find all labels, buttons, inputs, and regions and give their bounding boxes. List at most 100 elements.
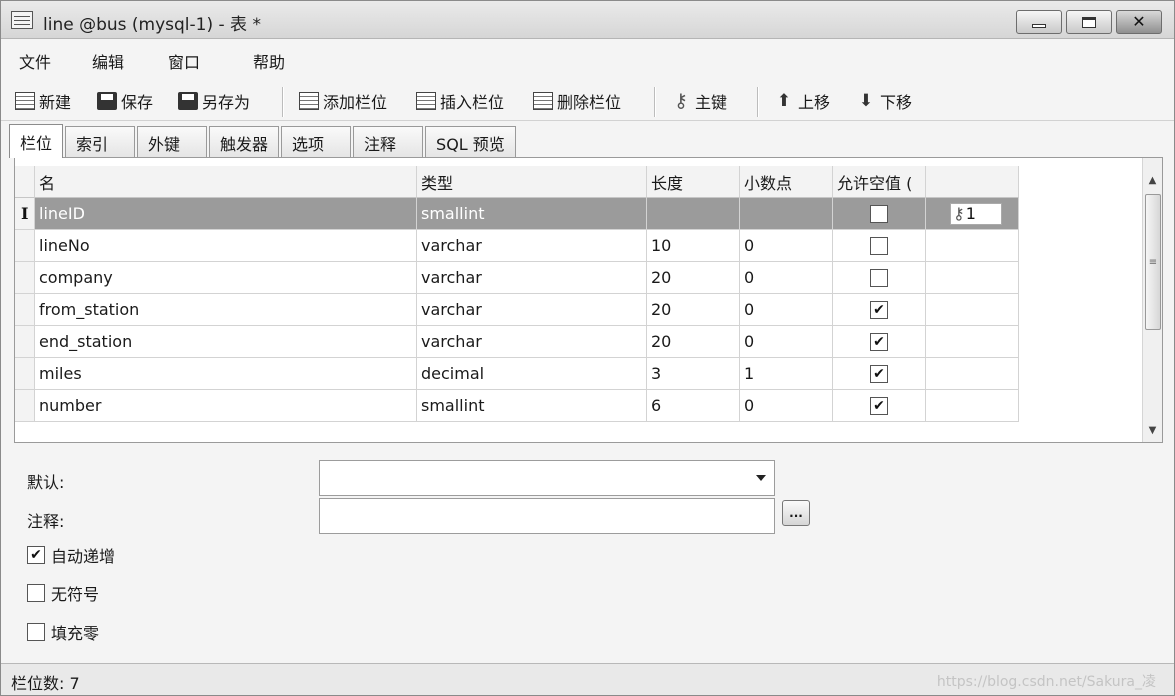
field-length-cell[interactable] [647, 198, 740, 230]
grid-scrollbar[interactable]: ▲ ≡ ▼ [1142, 158, 1162, 442]
field-type-cell[interactable]: decimal [417, 358, 647, 390]
allow-null-cell[interactable]: ✔ [833, 326, 926, 358]
allow-null-cell[interactable]: ✔ [833, 294, 926, 326]
field-decimals-cell[interactable]: 0 [740, 294, 833, 326]
allow-null-checkbox[interactable] [870, 204, 888, 223]
field-decimals-cell[interactable]: 0 [740, 230, 833, 262]
column-header-key[interactable] [926, 166, 1019, 198]
tab-indexes[interactable]: 索引 [65, 126, 136, 158]
fields-grid-panel: 名 类型 长度 小数点 允许空值 ( IlineID smallint ⚷ 1 line… [14, 157, 1163, 443]
menu-bar: 文件 编辑 窗口 帮助 [1, 40, 1174, 78]
tab-comment[interactable]: 注释 [353, 126, 424, 158]
allow-null-cell[interactable]: ✔ [833, 390, 926, 422]
new-button[interactable]: 新建 [15, 89, 71, 113]
table-row[interactable]: end_station varchar 20 0 ✔ [15, 326, 1019, 358]
table-row[interactable]: number smallint 6 0 ✔ [15, 390, 1019, 422]
field-length-cell[interactable]: 20 [647, 262, 740, 294]
field-decimals-cell[interactable]: 1 [740, 358, 833, 390]
tab-triggers[interactable]: 触发器 [209, 126, 280, 158]
field-name-cell[interactable]: end_station [35, 326, 417, 358]
column-header-length[interactable]: 长度 [647, 166, 740, 198]
menu-window[interactable]: 窗口 [168, 49, 200, 73]
allow-null-checkbox[interactable]: ✔ [870, 332, 888, 351]
primary-key-button[interactable]: ⚷ 主键 [671, 89, 727, 113]
field-name-cell[interactable]: number [35, 390, 417, 422]
field-name-cell[interactable]: from_station [35, 294, 417, 326]
default-dropdown[interactable] [319, 460, 775, 496]
column-header-allow-null[interactable]: 允许空值 ( [833, 166, 926, 198]
field-length-cell[interactable]: 3 [647, 358, 740, 390]
menu-edit[interactable]: 编辑 [92, 49, 124, 73]
field-name-cell[interactable]: lineID [35, 198, 417, 230]
save-as-button[interactable]: 另存为 [178, 89, 250, 113]
zerofill-checkbox[interactable] [27, 623, 45, 641]
field-length-cell[interactable]: 20 [647, 326, 740, 358]
allow-null-checkbox[interactable] [870, 236, 888, 255]
save-button[interactable]: 保存 [97, 89, 153, 113]
table-row[interactable]: lineNo varchar 10 0 [15, 230, 1019, 262]
tab-foreign-keys[interactable]: 外键 [137, 126, 208, 158]
field-type-cell[interactable]: smallint [417, 390, 647, 422]
insert-field-button[interactable]: 插入栏位 [416, 89, 504, 113]
column-header-decimals[interactable]: 小数点 [740, 166, 833, 198]
field-decimals-cell[interactable]: 0 [740, 390, 833, 422]
field-decimals-cell[interactable] [740, 198, 833, 230]
field-type-cell[interactable]: smallint [417, 198, 647, 230]
field-name-cell[interactable]: miles [35, 358, 417, 390]
key-icon: ⚷ [953, 204, 965, 223]
auto-increment-checkbox[interactable]: ✔ [27, 546, 45, 564]
grid-header-row: 名 类型 长度 小数点 允许空值 ( [15, 166, 1019, 198]
scroll-up-icon[interactable]: ▲ [1143, 170, 1162, 190]
unsigned-option[interactable]: 无符号 [27, 581, 99, 605]
field-length-cell[interactable]: 10 [647, 230, 740, 262]
table-row[interactable]: miles decimal 3 1 ✔ [15, 358, 1019, 390]
toolbar: 新建 保存 另存为 添加栏位 插入栏位 删除栏位 ⚷ 主键 ⬆ 上移 ⬇ 下移 [1, 79, 1174, 121]
delete-field-icon [533, 92, 553, 110]
field-decimals-cell[interactable]: 0 [740, 326, 833, 358]
unsigned-checkbox[interactable] [27, 584, 45, 602]
close-icon: ✕ [1132, 12, 1146, 31]
minimize-button[interactable] [1016, 10, 1062, 34]
allow-null-checkbox[interactable] [870, 268, 888, 287]
allow-null-cell[interactable] [833, 230, 926, 262]
move-down-button[interactable]: ⬇ 下移 [856, 89, 912, 113]
allow-null-cell[interactable]: ✔ [833, 358, 926, 390]
column-header-type[interactable]: 类型 [417, 166, 647, 198]
comment-field[interactable] [319, 498, 775, 534]
field-decimals-cell[interactable]: 0 [740, 262, 833, 294]
move-up-button[interactable]: ⬆ 上移 [774, 89, 830, 113]
allow-null-checkbox[interactable]: ✔ [870, 396, 888, 415]
tab-sql-preview[interactable]: SQL 预览 [425, 126, 516, 158]
allow-null-checkbox[interactable]: ✔ [870, 300, 888, 319]
allow-null-cell[interactable] [833, 262, 926, 294]
field-length-cell[interactable]: 6 [647, 390, 740, 422]
auto-increment-option[interactable]: ✔ 自动递增 [27, 543, 115, 567]
key-cell [926, 262, 1019, 294]
field-name-cell[interactable]: lineNo [35, 230, 417, 262]
table-row[interactable]: company varchar 20 0 [15, 262, 1019, 294]
field-type-cell[interactable]: varchar [417, 262, 647, 294]
field-type-cell[interactable]: varchar [417, 230, 647, 262]
table-row[interactable]: IlineID smallint ⚷ 1 [15, 198, 1019, 230]
field-length-cell[interactable]: 20 [647, 294, 740, 326]
zerofill-option[interactable]: 填充零 [27, 620, 99, 644]
scroll-down-icon[interactable]: ▼ [1143, 420, 1162, 440]
field-type-cell[interactable]: varchar [417, 326, 647, 358]
add-field-icon [299, 92, 319, 110]
column-header-name[interactable]: 名 [35, 166, 417, 198]
allow-null-cell[interactable] [833, 198, 926, 230]
tab-options[interactable]: 选项 [281, 126, 352, 158]
field-name-cell[interactable]: company [35, 262, 417, 294]
maximize-button[interactable] [1066, 10, 1112, 34]
add-field-button[interactable]: 添加栏位 [299, 89, 387, 113]
menu-help[interactable]: 帮助 [253, 49, 285, 73]
field-type-cell[interactable]: varchar [417, 294, 647, 326]
allow-null-checkbox[interactable]: ✔ [870, 364, 888, 383]
scroll-thumb[interactable]: ≡ [1145, 194, 1161, 330]
table-row[interactable]: from_station varchar 20 0 ✔ [15, 294, 1019, 326]
comment-edit-button[interactable]: ... [782, 500, 810, 526]
tab-fields[interactable]: 栏位 [9, 124, 64, 158]
menu-file[interactable]: 文件 [19, 49, 51, 73]
close-button[interactable]: ✕ [1116, 10, 1162, 34]
delete-field-button[interactable]: 删除栏位 [533, 89, 621, 113]
